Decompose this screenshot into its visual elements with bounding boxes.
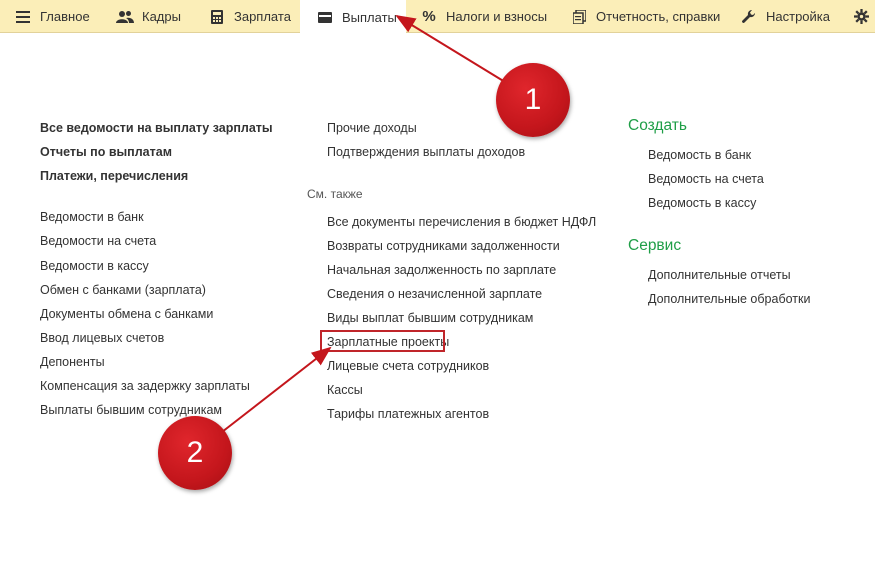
tab-settings-label: Настройка <box>766 9 830 24</box>
badge-1: 1 <box>496 63 570 137</box>
link-personal-accounts-entry[interactable]: Ввод лицевых счетов <box>40 330 164 346</box>
tab-gear[interactable] <box>852 0 875 33</box>
link-account-statements[interactable]: Ведомости на счета <box>40 233 156 249</box>
people-icon <box>116 8 134 26</box>
tab-taxes-label: Налоги и взносы <box>446 9 548 24</box>
gear-icon <box>852 8 870 26</box>
wallet-icon <box>316 8 334 26</box>
tab-payments-label: Выплаты <box>342 9 397 25</box>
link-deponents[interactable]: Депоненты <box>40 354 105 370</box>
link-debt-returns[interactable]: Возвраты сотрудниками задолженности <box>327 238 560 254</box>
link-create-cash-statement[interactable]: Ведомость в кассу <box>648 195 756 211</box>
link-payments-transfers[interactable]: Платежи, перечисления <box>40 168 188 184</box>
tab-main-label: Главное <box>40 9 90 24</box>
link-cash-desks[interactable]: Кассы <box>327 382 363 398</box>
link-cash-statements[interactable]: Ведомости в кассу <box>40 258 149 274</box>
link-former-payment-types[interactable]: Виды выплат бывшим сотрудникам <box>327 310 533 326</box>
link-other-income[interactable]: Прочие доходы <box>327 120 417 136</box>
top-menu-bar: Главное Кадры Зарплата Выплаты % Налоги … <box>0 0 875 34</box>
create-title: Создать <box>628 117 687 134</box>
link-initial-debt[interactable]: Начальная задолженность по зарплате <box>327 262 556 278</box>
link-bank-exchange[interactable]: Обмен с банками (зарплата) <box>40 282 206 298</box>
tab-main[interactable]: Главное <box>14 0 90 33</box>
documents-icon <box>570 8 588 26</box>
link-bank-statements[interactable]: Ведомости в банк <box>40 209 144 225</box>
tab-personnel-label: Кадры <box>142 9 181 24</box>
link-bank-exchange-docs[interactable]: Документы обмена с банками <box>40 306 213 322</box>
link-uncredited-salary[interactable]: Сведения о незачисленной зарплате <box>327 286 542 302</box>
tab-settings[interactable]: Настройка <box>740 0 830 33</box>
percent-icon: % <box>422 8 436 25</box>
tab-salary-label: Зарплата <box>234 9 291 24</box>
tab-reports[interactable]: Отчетность, справки <box>570 0 720 33</box>
wrench-icon <box>740 8 758 26</box>
tab-personnel[interactable]: Кадры <box>116 0 181 33</box>
tab-payments[interactable]: Выплаты <box>300 0 406 34</box>
link-delay-compensation[interactable]: Компенсация за задержку зарплаты <box>40 378 250 394</box>
link-payment-reports[interactable]: Отчеты по выплатам <box>40 144 172 160</box>
calculator-icon <box>208 8 226 26</box>
link-create-bank-statement[interactable]: Ведомость в банк <box>648 147 751 163</box>
link-all-payroll-statements[interactable]: Все ведомости на выплату зарплаты <box>40 120 273 136</box>
see-also-label: См. также <box>307 187 363 201</box>
badge-2: 2 <box>158 416 232 490</box>
link-additional-reports[interactable]: Дополнительные отчеты <box>648 267 791 283</box>
link-agent-tariffs[interactable]: Тарифы платежных агентов <box>327 406 489 422</box>
link-income-confirmations[interactable]: Подтверждения выплаты доходов <box>327 144 525 160</box>
highlight-box <box>320 330 445 352</box>
tab-salary[interactable]: Зарплата <box>208 0 291 33</box>
link-ndfl-transfer-docs[interactable]: Все документы перечисления в бюджет НДФЛ <box>327 214 596 230</box>
tab-taxes[interactable]: % Налоги и взносы <box>420 0 547 33</box>
link-employee-accounts[interactable]: Лицевые счета сотрудников <box>327 358 489 374</box>
service-title: Сервис <box>628 237 682 254</box>
link-create-account-statement[interactable]: Ведомость на счета <box>648 171 764 187</box>
hamburger-icon <box>14 8 32 26</box>
tab-reports-label: Отчетность, справки <box>596 9 721 24</box>
link-additional-processing[interactable]: Дополнительные обработки <box>648 291 810 307</box>
